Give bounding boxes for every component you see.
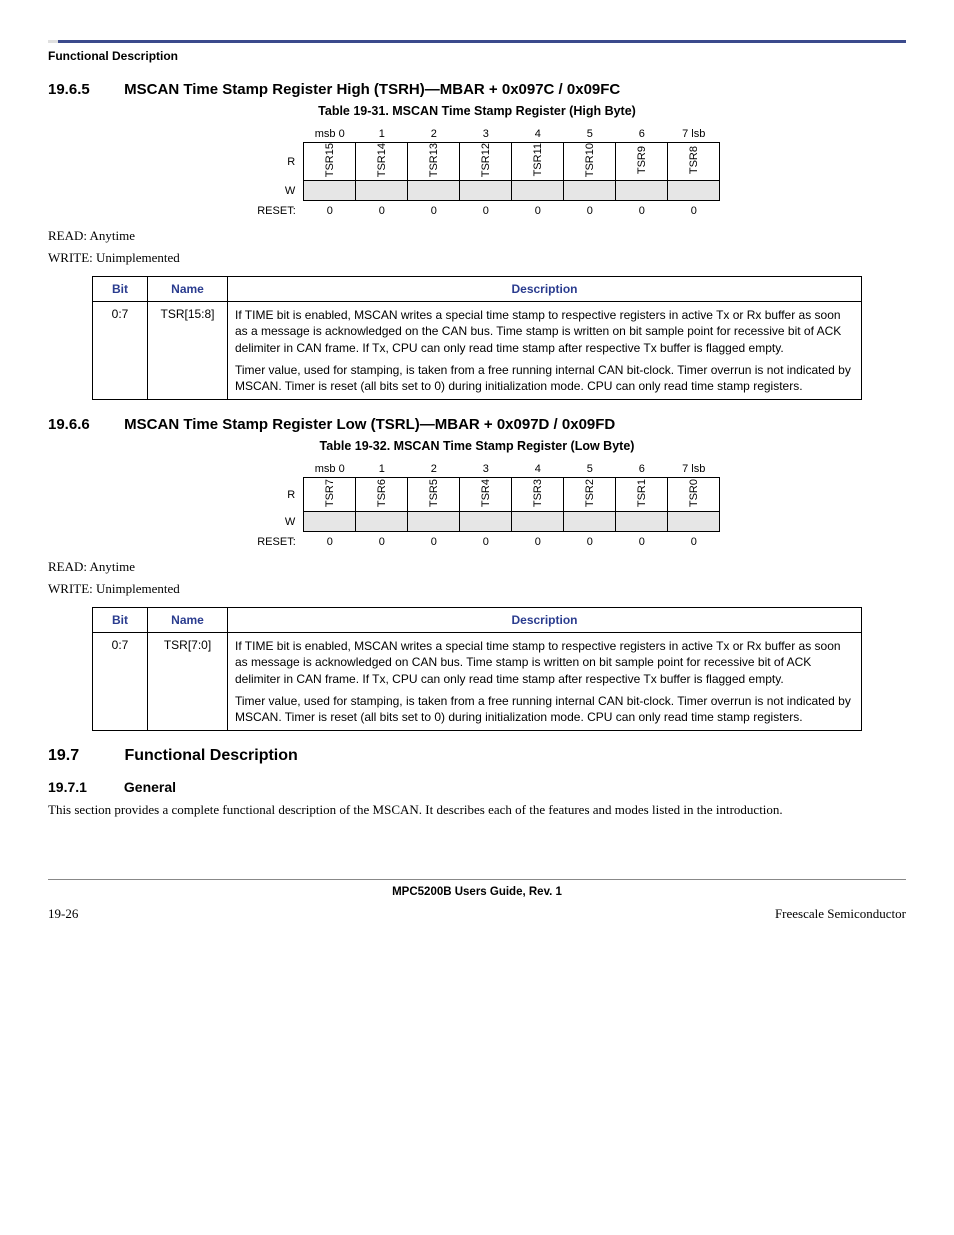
bit-index-row: msb 0 1 2 3 4 5 6 7 lsb [234, 126, 720, 143]
page-header-title: Functional Description [48, 49, 178, 63]
desc-table-tsrh: Bit Name Description 0:7 TSR[15:8] If TI… [92, 276, 862, 400]
section-number: 19.6.5 [48, 81, 120, 98]
section-title: MSCAN Time Stamp Register High (TSRH)—MB… [124, 81, 620, 98]
section-number: 19.7.1 [48, 779, 120, 795]
section-heading-19-6-6: 19.6.6 MSCAN Time Stamp Register Low (TS… [48, 416, 906, 433]
body-paragraph: This section provides a complete functio… [48, 801, 906, 819]
table-19-31-caption: Table 19-31. MSCAN Time Stamp Register (… [48, 104, 906, 118]
read-note: READ: Anytime [48, 228, 906, 244]
section-heading-19-6-5: 19.6.5 MSCAN Time Stamp Register High (T… [48, 81, 906, 98]
write-note: WRITE: Unimplemented [48, 581, 906, 597]
footer-page-number: 19-26 [48, 906, 78, 922]
section-heading-19-7-1: 19.7.1 General [48, 779, 906, 795]
reset-row: RESET: 0 0 0 0 0 0 0 0 [234, 532, 720, 550]
section-title: Functional Description [124, 747, 297, 764]
section-title: MSCAN Time Stamp Register Low (TSRL)—MBA… [124, 416, 615, 433]
footer-company: Freescale Semiconductor [775, 906, 906, 922]
w-row: W [234, 181, 720, 201]
reset-row: RESET: 0 0 0 0 0 0 0 0 [234, 201, 720, 219]
section-heading-19-7: 19.7 Functional Description [48, 747, 906, 765]
bit-index-row: msb 0 1 2 3 4 5 6 7 lsb [234, 461, 720, 478]
register-table-tsrl: msb 0 1 2 3 4 5 6 7 lsb R TSR7 TSR6 TSR5… [234, 461, 721, 549]
section-number: 19.7 [48, 747, 120, 765]
r-row: R TSR15 TSR14 TSR13 TSR12 TSR11 TSR10 TS… [234, 143, 720, 181]
desc-table-tsrl: Bit Name Description 0:7 TSR[7:0] If TIM… [92, 607, 862, 731]
register-table-tsrh: msb 0 1 2 3 4 5 6 7 lsb R TSR15 TSR14 TS… [234, 126, 721, 218]
w-row: W [234, 512, 720, 532]
write-note: WRITE: Unimplemented [48, 250, 906, 266]
r-row: R TSR7 TSR6 TSR5 TSR4 TSR3 TSR2 TSR1 TSR… [234, 478, 720, 512]
section-title: General [124, 779, 176, 795]
read-note: READ: Anytime [48, 559, 906, 575]
footer-doc-title: MPC5200B Users Guide, Rev. 1 [48, 886, 906, 898]
table-19-32-caption: Table 19-32. MSCAN Time Stamp Register (… [48, 439, 906, 453]
page-footer: MPC5200B Users Guide, Rev. 1 19-26 Frees… [48, 879, 906, 922]
page-header: Functional Description [48, 40, 906, 63]
section-number: 19.6.6 [48, 416, 120, 433]
